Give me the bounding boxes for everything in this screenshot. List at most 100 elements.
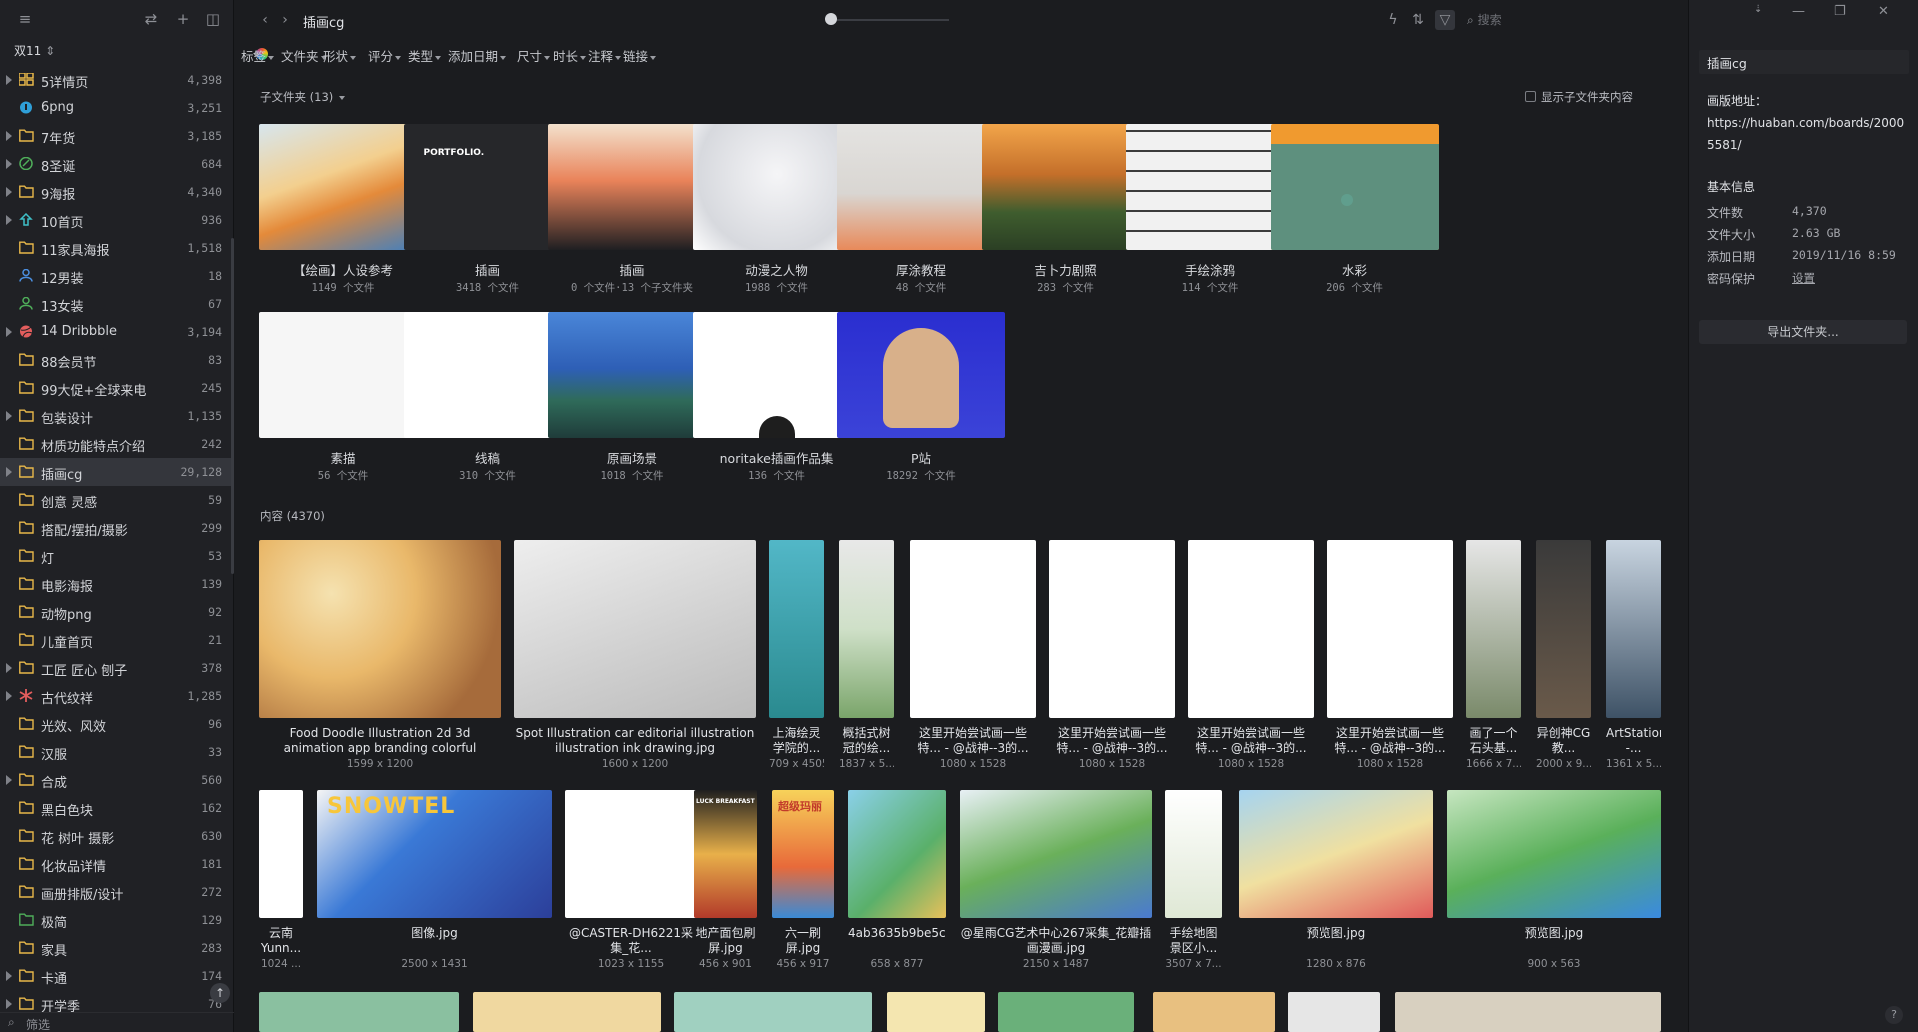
filter-4[interactable]: 类型 (408, 46, 442, 65)
sidebar-folder-item[interactable]: 插画cg 29,128 (0, 458, 234, 486)
sidebar-folder-item[interactable]: 开学季 76 (0, 990, 234, 1012)
sidebar-scrollbar[interactable] (231, 238, 234, 574)
sidebar-folder-item[interactable]: 材质功能特点介绍 242 (0, 430, 234, 458)
sidebar-filter[interactable]: ⌕ 筛选 (0, 1012, 234, 1032)
filter-2[interactable]: 形状 (323, 46, 357, 65)
back-arrow-icon[interactable]: ‹ (257, 10, 273, 30)
filter-1[interactable]: 文件夹 (281, 46, 327, 65)
sidebar-folder-item[interactable]: 8圣诞 684 (0, 150, 234, 178)
expand-arrow-icon[interactable] (6, 215, 12, 225)
subfolder-card[interactable]: P站 18292 个文件 (837, 312, 1005, 482)
content-item[interactable]: 预览图.jpg 1280 x 876 (1239, 790, 1433, 972)
sidebar-folder-item[interactable]: 13女装 67 (0, 290, 234, 318)
filter-3[interactable]: 评分 (368, 46, 402, 65)
subfolder-card[interactable]: 吉卜力剧照 283 个文件 (981, 124, 1150, 294)
sidebar-folder-item[interactable]: 12男装 18 (0, 262, 234, 290)
content-item[interactable]: 上海绘灵学院的... 709 x 4505 (769, 540, 824, 772)
content-item-thumbnail-partial[interactable] (1288, 992, 1380, 1032)
content-item[interactable]: 异创神CG教... 2000 x 9... (1536, 540, 1591, 772)
expand-arrow-icon[interactable] (6, 131, 12, 141)
content-item[interactable]: 画了一个石头基... 1666 x 7... (1466, 540, 1521, 772)
sidebar-folder-item[interactable]: 黑白色块 162 (0, 794, 234, 822)
sidebar-folder-item[interactable]: 家具 283 (0, 934, 234, 962)
content-item[interactable]: 概括式树冠的绘... 1837 x 5... (839, 540, 894, 772)
content-item[interactable]: LUCK BREAKFAST 地产面包刷屏.jpg 456 x 901 (694, 790, 757, 972)
sidebar-folder-item[interactable]: 6png 3,251 (0, 94, 234, 122)
hamburger-menu-icon[interactable]: ≡ (16, 10, 34, 28)
thumbnail-size-slider[interactable] (829, 19, 949, 21)
content-item[interactable]: 这里开始尝试画一些特... - @战神--3的... 1080 x 1528 (1049, 540, 1175, 772)
close-icon[interactable]: ✕ (1878, 4, 1889, 19)
expand-arrow-icon[interactable] (6, 467, 12, 477)
sidebar-folder-item[interactable]: 88会员节 83 (0, 346, 234, 374)
sidebar-folder-item[interactable]: 极简 129 (0, 906, 234, 934)
scroll-to-top-button[interactable]: ↑ (210, 983, 230, 1003)
expand-arrow-icon[interactable] (6, 999, 12, 1009)
subfolder-card[interactable]: 插画 0 个文件·13 个子文件夹 (548, 124, 716, 294)
minimize-icon[interactable]: — (1792, 4, 1805, 19)
library-switcher[interactable]: 双11 ⇕ (14, 42, 55, 59)
sidebar-folder-item[interactable]: 11家具海报 1,518 (0, 234, 234, 262)
lightning-icon[interactable]: ϟ (1385, 10, 1401, 30)
content-item[interactable]: Spot Illustration car editorial illustra… (514, 540, 756, 772)
subfolder-card[interactable]: PORTFOLIO. 插画 3418 个文件 (403, 124, 572, 294)
subfolder-card[interactable]: 原画场景 1018 个文件 (548, 312, 716, 482)
content-item[interactable]: 这里开始尝试画一些特... - @战神--3的... 1080 x 1528 (910, 540, 1036, 772)
content-item[interactable]: 4ab3635b9be5cb81bba9e6c2... 658 x 877 (848, 790, 946, 972)
filter-7[interactable]: 时长 (553, 46, 587, 65)
sidebar-folder-item[interactable]: 包装设计 1,135 (0, 402, 234, 430)
content-item-thumbnail-partial[interactable] (1153, 992, 1275, 1032)
expand-arrow-icon[interactable] (6, 775, 12, 785)
subfolder-card[interactable]: 手绘涂鸦 114 个文件 (1126, 124, 1294, 294)
expand-arrow-icon[interactable] (6, 187, 12, 197)
subfolder-card[interactable]: noritake插画作品集 136 个文件 (692, 312, 861, 482)
content-item[interactable]: 这里开始尝试画一些特... - @战神--3的... 1080 x 1528 (1188, 540, 1314, 772)
subfolder-card[interactable]: 水彩 206 个文件 (1270, 124, 1439, 294)
sidebar-folder-item[interactable]: 5详情页 4,398 (0, 66, 234, 94)
content-item[interactable]: SNOWTEL 图像.jpg 2500 x 1431 (317, 790, 552, 972)
show-subfolder-content-checkbox[interactable]: 显示子文件夹内容 (1525, 89, 1633, 105)
sidebar-folder-item[interactable]: 卡通 174 (0, 962, 234, 990)
sidebar-folder-item[interactable]: 创意 灵感 59 (0, 486, 234, 514)
sidebar-folder-item[interactable]: 9海报 4,340 (0, 178, 234, 206)
content-item-thumbnail-partial[interactable] (998, 992, 1134, 1032)
sidebar-folder-item[interactable]: 古代纹祥 1,285 (0, 682, 234, 710)
maximize-icon[interactable]: ❐ (1834, 4, 1846, 19)
help-icon[interactable]: ? (1885, 1006, 1903, 1024)
expand-arrow-icon[interactable] (6, 971, 12, 981)
subfolder-card[interactable]: 【绘画】人设参考 1149 个文件 (259, 124, 427, 294)
sidebar-folder-item[interactable]: 动物png 92 (0, 598, 234, 626)
sidebar-folder-item[interactable]: 化妆品详情 181 (0, 850, 234, 878)
sidebar-folder-item[interactable]: 合成 560 (0, 766, 234, 794)
set-password-link[interactable]: 设置 (1792, 270, 1815, 286)
content-item-thumbnail-partial[interactable] (674, 992, 872, 1032)
content-item[interactable]: ArtStation -... 1361 x 5... (1606, 540, 1661, 772)
expand-arrow-icon[interactable] (6, 691, 12, 701)
sidebar-folder-item[interactable]: 汉服 33 (0, 738, 234, 766)
content-item-thumbnail-partial[interactable] (1395, 992, 1661, 1032)
sidebar-folder-item[interactable]: 儿童首页 21 (0, 626, 234, 654)
swap-icon[interactable]: ⇄ (142, 10, 160, 28)
subfolder-card[interactable]: 厚涂教程 48 个文件 (837, 124, 1005, 294)
sidebar-folder-item[interactable]: 10首页 936 (0, 206, 234, 234)
content-item[interactable]: @星雨CG艺术中心267采集_花瓣插画漫画.jpg 2150 x 1487 (960, 790, 1152, 972)
filter-funnel-icon[interactable]: ▽ (1435, 10, 1455, 30)
content-item[interactable]: 超级玛丽 六一刷屏.jpg 456 x 917 (772, 790, 834, 972)
sidebar-folder-item[interactable]: 99大促+全球来电 245 (0, 374, 234, 402)
expand-arrow-icon[interactable] (6, 75, 12, 85)
sidebar-folder-item[interactable]: 工匠 匠心 刨子 378 (0, 654, 234, 682)
content-item[interactable]: 云南Yunn... 1024 ... (259, 790, 303, 972)
subfolders-heading[interactable]: 子文件夹 (13) (260, 89, 345, 105)
sort-icon[interactable]: ⇅ (1409, 10, 1427, 30)
sidebar-folder-item[interactable]: 灯 53 (0, 542, 234, 570)
content-item[interactable]: 预览图.jpg 900 x 563 (1447, 790, 1661, 972)
sidebar-folder-item[interactable]: 光效、风效 96 (0, 710, 234, 738)
expand-arrow-icon[interactable] (6, 327, 12, 337)
sidebar-folder-item[interactable]: 花 树叶 摄影 630 (0, 822, 234, 850)
filter-6[interactable]: 尺寸 (517, 46, 551, 65)
content-item[interactable]: @CASTER-DH6221采集_花... 1023 x 1155 (565, 790, 697, 972)
filter-0[interactable]: 标签 (241, 46, 275, 65)
forward-arrow-icon[interactable]: › (277, 10, 293, 30)
search-input[interactable]: ⌕ 搜索 (1467, 10, 1587, 30)
toggle-sidebar-icon[interactable]: ◫ (204, 10, 222, 28)
